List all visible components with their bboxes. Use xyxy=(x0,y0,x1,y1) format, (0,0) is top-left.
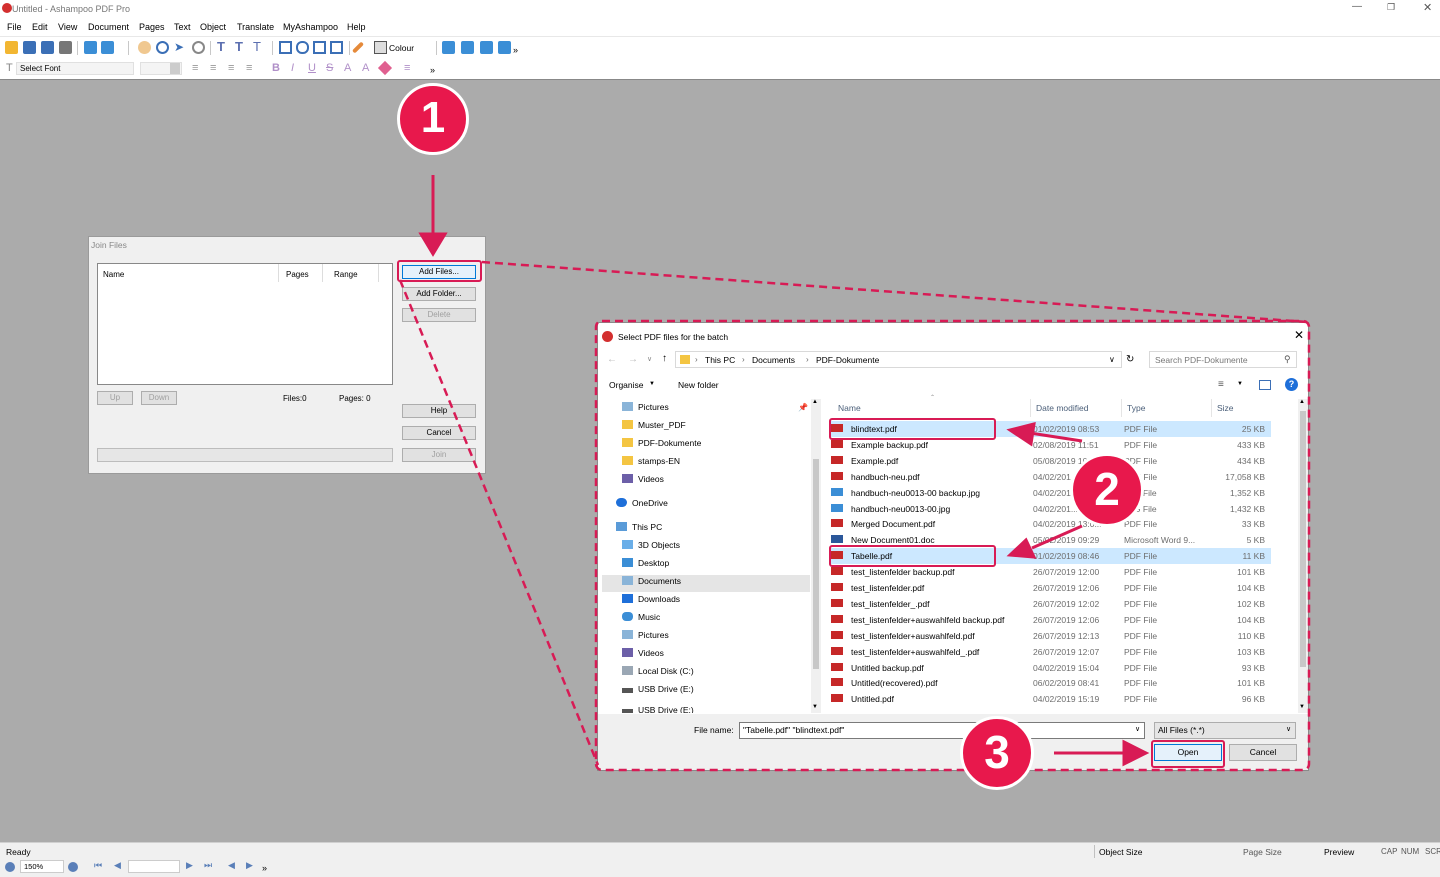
next-page-icon[interactable]: ▶ xyxy=(186,860,193,871)
status-ready: Ready xyxy=(6,847,31,857)
status-preview: Preview xyxy=(1324,847,1355,857)
prev-page-icon[interactable]: ◀ xyxy=(114,860,121,871)
dashed-connector-top xyxy=(481,260,1308,324)
last-page-icon[interactable]: ⏭ xyxy=(204,860,212,871)
highlight-open-button xyxy=(1151,740,1225,768)
status-cap: CAP xyxy=(1381,847,1398,856)
status-page-size: Page Size xyxy=(1243,847,1282,857)
highlight-blindtext xyxy=(829,418,996,440)
zoom-out-icon[interactable] xyxy=(5,862,15,872)
highlight-tabelle xyxy=(829,545,996,567)
arrow-2b-head xyxy=(1006,537,1037,559)
status-scr: SCR xyxy=(1425,847,1440,856)
arrow-2a-line xyxy=(1029,431,1083,443)
status-bar: Ready Object Size Page Size Preview CAP … xyxy=(0,842,1440,877)
history-back-icon[interactable]: ◀ xyxy=(228,860,235,871)
arrow-2a-head xyxy=(1006,421,1036,447)
arrow-3-head xyxy=(1122,739,1150,767)
callout-step-3: 3 xyxy=(960,716,1034,790)
status-num: NUM xyxy=(1401,847,1420,856)
status-object-size: Object Size xyxy=(1099,847,1143,857)
arrow-2b-line xyxy=(1031,524,1083,550)
history-forward-icon[interactable]: ▶ xyxy=(246,860,253,871)
dashed-connector-bottom xyxy=(398,279,600,766)
zoom-in-icon[interactable] xyxy=(68,862,78,872)
highlight-add-files xyxy=(397,260,482,282)
first-page-icon[interactable]: ⏮ xyxy=(94,860,102,871)
callout-step-1: 1 xyxy=(397,83,469,155)
callout-step-2: 2 xyxy=(1070,453,1144,527)
zoom-select[interactable]: 150% xyxy=(20,860,64,873)
arrow-1-head xyxy=(418,232,448,257)
status-overflow-icon[interactable]: » xyxy=(262,863,267,873)
page-number-input[interactable] xyxy=(128,860,180,873)
